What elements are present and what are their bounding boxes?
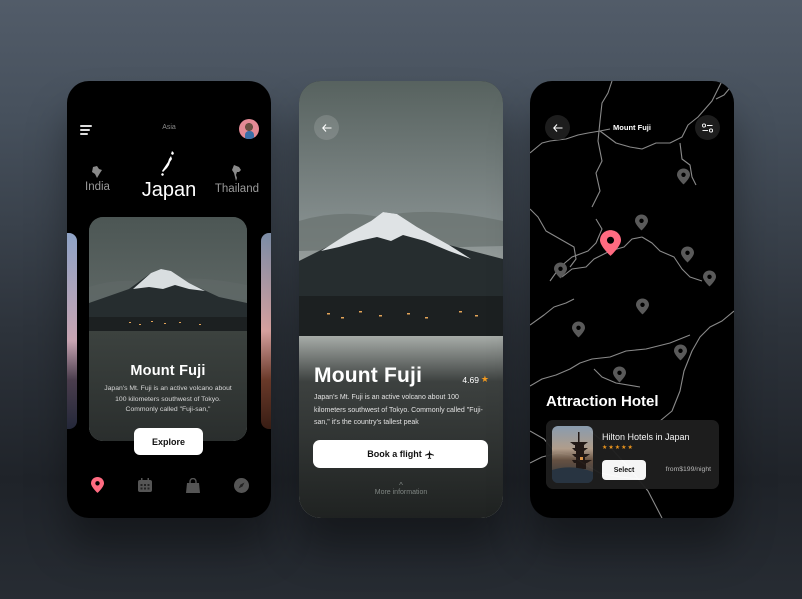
filter-button[interactable] xyxy=(695,115,720,140)
next-destination-card[interactable] xyxy=(261,233,271,429)
thailand-map-icon xyxy=(231,165,241,181)
compass-icon xyxy=(233,477,249,493)
map-pin-icon[interactable] xyxy=(635,214,648,231)
hotel-image xyxy=(552,426,593,483)
hotel-price: from$199/night xyxy=(665,466,711,473)
top-bar: Asia xyxy=(79,119,259,141)
map-pin-icon[interactable] xyxy=(677,168,690,185)
book-flight-label: Book a flight xyxy=(367,449,422,459)
calendar-icon xyxy=(138,478,152,492)
sliders-icon xyxy=(702,122,713,133)
region-label: Asia xyxy=(162,124,176,131)
more-info-label: More information xyxy=(374,489,428,496)
tab-bag[interactable] xyxy=(183,475,203,495)
map-pin-icon[interactable] xyxy=(681,246,694,263)
select-button[interactable]: Select xyxy=(602,460,646,480)
shopping-bag-icon xyxy=(186,477,200,493)
destination-card[interactable]: Mount Fuji Japan's Mt. Fuji is an active… xyxy=(89,217,247,441)
map-pin-icon[interactable] xyxy=(674,344,687,361)
country-label: Japan xyxy=(141,179,197,201)
map-screen: Mount Fuji Attraction Hotel Hilton Hotel… xyxy=(530,81,734,518)
country-label: India xyxy=(85,181,110,193)
bottom-tab-bar xyxy=(87,475,251,495)
hotel-name: Hilton Hotels in Japan xyxy=(602,432,690,442)
map-pin-icon[interactable] xyxy=(636,298,649,315)
prev-destination-card[interactable] xyxy=(67,233,77,429)
map-pin-icon[interactable] xyxy=(703,270,716,287)
selected-map-pin-icon[interactable] xyxy=(600,230,621,256)
section-title: Attraction Hotel xyxy=(546,393,659,410)
destination-title: Mount Fuji xyxy=(130,363,206,379)
map-pin-icon[interactable] xyxy=(572,321,585,338)
map-pin-icon[interactable] xyxy=(554,262,567,279)
avatar[interactable] xyxy=(239,119,259,139)
country-india[interactable]: India xyxy=(85,165,110,193)
destination-description: Japan's Mt. Fuji is an active volcano ab… xyxy=(104,385,232,413)
country-label: Thailand xyxy=(214,183,259,195)
arrow-left-icon xyxy=(321,123,331,132)
star-rating: ★★★★★ xyxy=(602,445,634,451)
star-icon: ★ xyxy=(480,374,489,384)
map-pin-icon[interactable] xyxy=(613,366,626,383)
country-selector: India Japan Thailand xyxy=(67,151,271,201)
card-text: Mount Fuji Japan's Mt. Fuji is an active… xyxy=(89,363,247,416)
country-japan[interactable]: Japan xyxy=(129,151,209,202)
tab-compass[interactable] xyxy=(231,475,251,495)
map-pin-icon xyxy=(90,477,104,493)
explore-screen: Asia India Japan Thailand Mount Fuji Jap… xyxy=(67,81,271,518)
japan-map-icon xyxy=(161,151,174,176)
india-map-icon xyxy=(92,166,103,178)
more-information-link[interactable]: ^ More information xyxy=(299,482,503,497)
rating: 4.69 ★ xyxy=(462,374,489,385)
pagoda-image xyxy=(552,432,593,483)
destination-title: Mount Fuji xyxy=(314,364,423,387)
airplane-icon xyxy=(424,449,434,459)
destination-description: Japan's Mt. Fuji is an active volcano ab… xyxy=(314,394,483,427)
tab-calendar[interactable] xyxy=(135,475,155,495)
hotel-card[interactable]: Hilton Hotels in Japan ★★★★★ Select from… xyxy=(546,420,719,489)
explore-button[interactable]: Explore xyxy=(134,428,203,455)
rating-value: 4.69 xyxy=(462,374,479,385)
book-flight-button[interactable]: Book a flight xyxy=(313,440,488,468)
country-thailand[interactable]: Thailand xyxy=(215,165,259,195)
back-button[interactable] xyxy=(314,115,339,140)
detail-screen: Mount Fuji 4.69 ★ Japan's Mt. Fuji is an… xyxy=(299,81,503,518)
tab-map[interactable] xyxy=(87,475,107,495)
